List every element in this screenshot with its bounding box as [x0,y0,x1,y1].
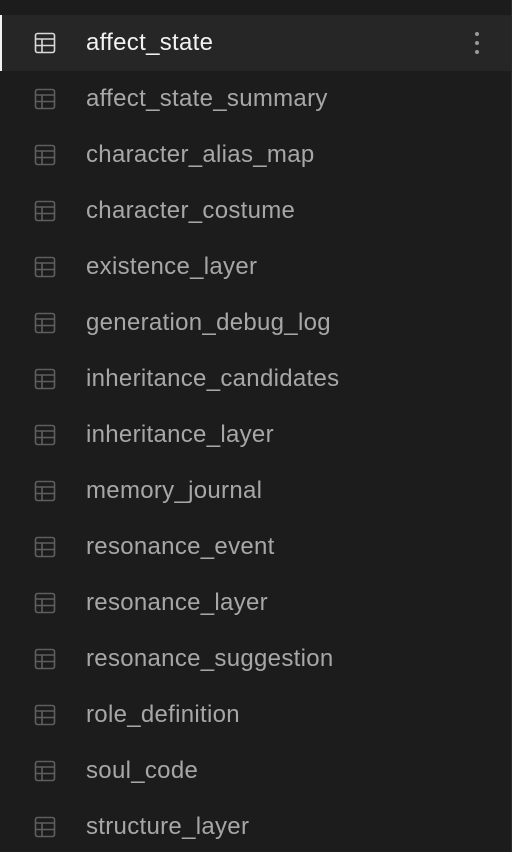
sidebar-item-label: affect_state [86,29,214,56]
sidebar-item-resonance-event[interactable]: resonance_event [0,519,511,575]
sidebar-item-label: memory_journal [86,477,263,504]
table-icon [32,702,58,728]
sidebar-item-memory-journal[interactable]: memory_journal [0,463,511,519]
sidebar-item-label: character_alias_map [86,141,315,168]
sidebar-item-label: resonance_suggestion [86,645,334,672]
sidebar-item-label: resonance_event [86,533,275,560]
table-icon [32,310,58,336]
sidebar-item-label: generation_debug_log [86,309,331,336]
table-list-sidebar: affect_state affect_state_summary characte… [0,0,512,852]
sidebar-item-affect-state-summary[interactable]: affect_state_summary [0,71,511,127]
table-icon [32,758,58,784]
sidebar-item-affect-state[interactable]: affect_state [0,15,511,71]
table-icon [32,478,58,504]
sidebar-item-role-definition[interactable]: role_definition [0,687,511,743]
sidebar-item-soul-code[interactable]: soul_code [0,743,511,799]
sidebar-item-generation-debug-log[interactable]: generation_debug_log [0,295,511,351]
table-icon [32,814,58,840]
table-icon [32,590,58,616]
sidebar-item-inheritance-layer[interactable]: inheritance_layer [0,407,511,463]
table-icon [32,422,58,448]
table-icon [32,30,58,56]
sidebar-item-structure-layer[interactable]: structure_layer [0,799,511,852]
table-icon [32,534,58,560]
sidebar-item-label: character_costume [86,197,296,224]
table-icon [32,254,58,280]
sidebar-item-label: inheritance_layer [86,421,274,448]
sidebar-item-existence-layer[interactable]: existence_layer [0,239,511,295]
sidebar-item-resonance-suggestion[interactable]: resonance_suggestion [0,631,511,687]
table-icon [32,366,58,392]
sidebar-item-character-alias-map[interactable]: character_alias_map [0,127,511,183]
sidebar-item-label: role_definition [86,701,240,728]
sidebar-item-label: existence_layer [86,253,258,280]
sidebar-item-label: affect_state_summary [86,85,328,112]
sidebar-item-label: structure_layer [86,813,250,840]
table-icon [32,646,58,672]
sidebar-item-label: soul_code [86,757,199,784]
kebab-menu-icon[interactable] [471,30,483,56]
table-icon [32,198,58,224]
sidebar-item-resonance-layer[interactable]: resonance_layer [0,575,511,631]
table-icon [32,142,58,168]
sidebar-item-label: resonance_layer [86,589,268,616]
sidebar-item-character-costume[interactable]: character_costume [0,183,511,239]
table-icon [32,86,58,112]
sidebar-item-inheritance-candidates[interactable]: inheritance_candidates [0,351,511,407]
sidebar-item-label: inheritance_candidates [86,365,340,392]
